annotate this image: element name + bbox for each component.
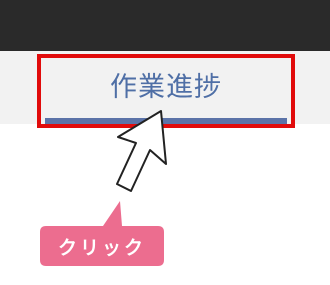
click-callout-text: クリック [57, 236, 146, 259]
